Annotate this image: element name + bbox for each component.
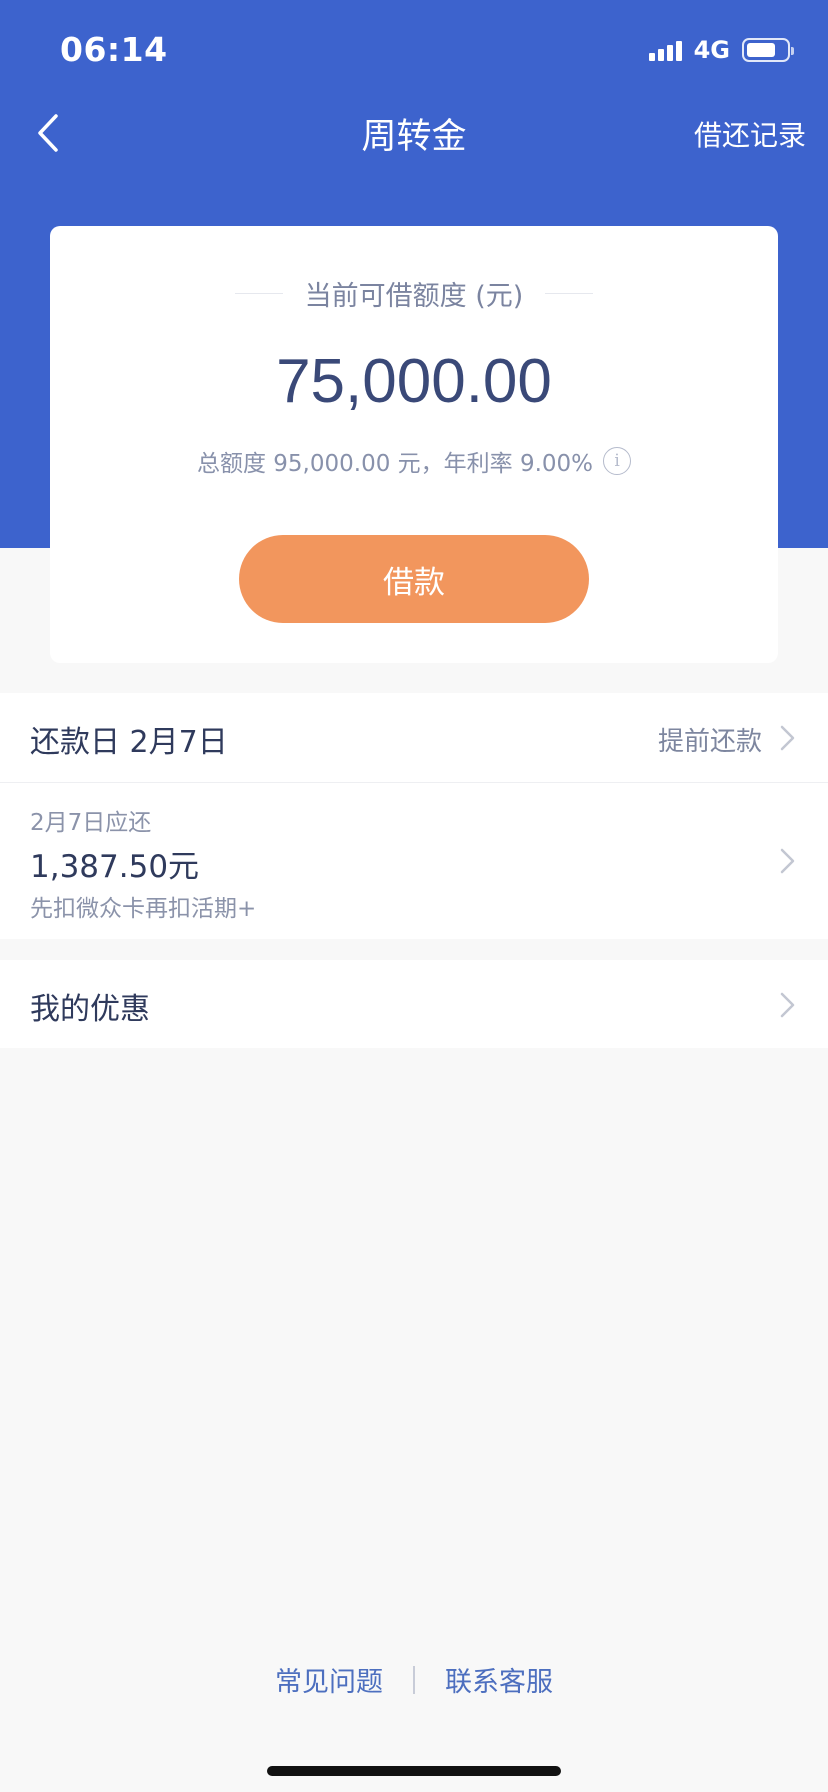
quota-text: 总额度 95,000.00 元，年利率 9.00%: [196, 451, 594, 477]
network-type: 4G: [693, 36, 730, 64]
early-repayment-link[interactable]: 提前还款: [658, 721, 762, 758]
credit-card: 当前可借额度 (元) 75,000.00 总额度 95,000.00 元，年利率…: [50, 226, 778, 663]
available-credit-amount: 75,000.00: [276, 347, 552, 416]
chevron-right-icon: [780, 992, 795, 1018]
quota-info-row: 总额度 95,000.00 元，年利率 9.00% i: [50, 444, 778, 478]
status-time: 06:14: [60, 30, 168, 69]
borrow-repay-records-link[interactable]: 借还记录: [694, 114, 806, 154]
customer-service-link[interactable]: 联系客服: [445, 1660, 553, 1699]
due-amount: 1,387.50元: [30, 849, 200, 885]
available-credit-label: 当前可借额度 (元): [304, 281, 524, 312]
chevron-right-icon: [780, 725, 795, 751]
repayment-section: 还款日 2月7日 提前还款 2月7日应还 1,387.50元 先扣微众卡再扣活期…: [0, 693, 828, 939]
nav-bar: 周转金 借还记录: [0, 100, 828, 166]
divider-left: [234, 293, 283, 294]
repayment-day-title: 还款日 2月7日: [30, 725, 228, 760]
info-icon[interactable]: i: [603, 447, 632, 475]
footer-separator: [413, 1665, 415, 1694]
home-indicator[interactable]: [267, 1766, 561, 1776]
status-bar: 06:14 4G: [0, 0, 828, 100]
faq-link[interactable]: 常见问题: [275, 1660, 383, 1699]
credit-label-row: 当前可借额度 (元): [50, 274, 778, 313]
signal-icon: [648, 39, 682, 61]
deduction-note: 先扣微众卡再扣活期+: [30, 896, 257, 922]
borrow-button[interactable]: 借款: [239, 535, 589, 623]
chevron-right-icon: [780, 848, 795, 874]
battery-icon: [742, 38, 794, 62]
divider-right: [545, 293, 594, 294]
due-date-label: 2月7日应还: [30, 810, 152, 836]
repayment-day-row[interactable]: 还款日 2月7日 提前还款: [0, 693, 828, 783]
my-offers-title: 我的优惠: [30, 992, 150, 1027]
status-indicators: 4G: [648, 36, 794, 64]
footer-links: 常见问题 联系客服: [0, 1660, 828, 1699]
my-offers-row[interactable]: 我的优惠: [0, 960, 828, 1048]
